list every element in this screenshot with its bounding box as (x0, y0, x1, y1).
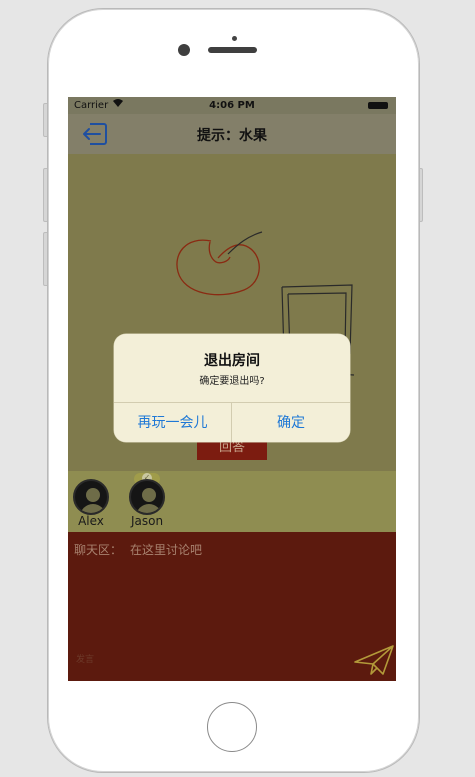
player-name: Alex (78, 514, 104, 528)
confirm-exit-button[interactable]: 确定 (232, 403, 350, 442)
exit-room-dialog: 退出房间 确定要退出吗? 再玩一会儿 确定 (114, 334, 350, 442)
players-bar: Alex ✓ Jason (68, 471, 396, 532)
status-time: 4:06 PM (209, 100, 255, 111)
chat-area: 聊天区： 在这里讨论吧 发言 (68, 532, 396, 681)
dialog-message: 确定要退出吗? (199, 376, 265, 387)
front-camera (178, 44, 190, 56)
chat-placeholder: 在这里讨论吧 (130, 543, 203, 557)
nav-bar: 提示：水果 (68, 114, 396, 154)
avatar (73, 479, 109, 515)
chat-label: 聊天区： (74, 543, 123, 557)
battery-icon (368, 102, 388, 109)
earpiece-speaker (208, 47, 257, 53)
keep-playing-button[interactable]: 再玩一会儿 (114, 403, 232, 442)
dialog-actions: 再玩一会儿 确定 (114, 402, 350, 442)
page-title: 提示：水果 (68, 125, 396, 145)
player-jason[interactable]: ✓ Jason (125, 473, 169, 528)
status-bar: Carrier 4:06 PM (68, 97, 396, 114)
player-alex[interactable]: Alex (69, 479, 113, 528)
avatar (129, 479, 165, 515)
player-name: Jason (130, 514, 164, 528)
proximity-sensor (232, 36, 237, 41)
hint-value: 水果 (239, 128, 267, 144)
app-screen: Carrier 4:06 PM 提示：水果 回答 Alex ✓ Jason 聊天… (68, 97, 396, 681)
home-button[interactable] (207, 702, 257, 752)
chat-input-hint[interactable]: 发言 (76, 652, 94, 665)
send-icon[interactable] (353, 642, 395, 678)
hint-label: 提示： (197, 128, 239, 144)
dialog-title: 退出房间 (204, 353, 260, 369)
